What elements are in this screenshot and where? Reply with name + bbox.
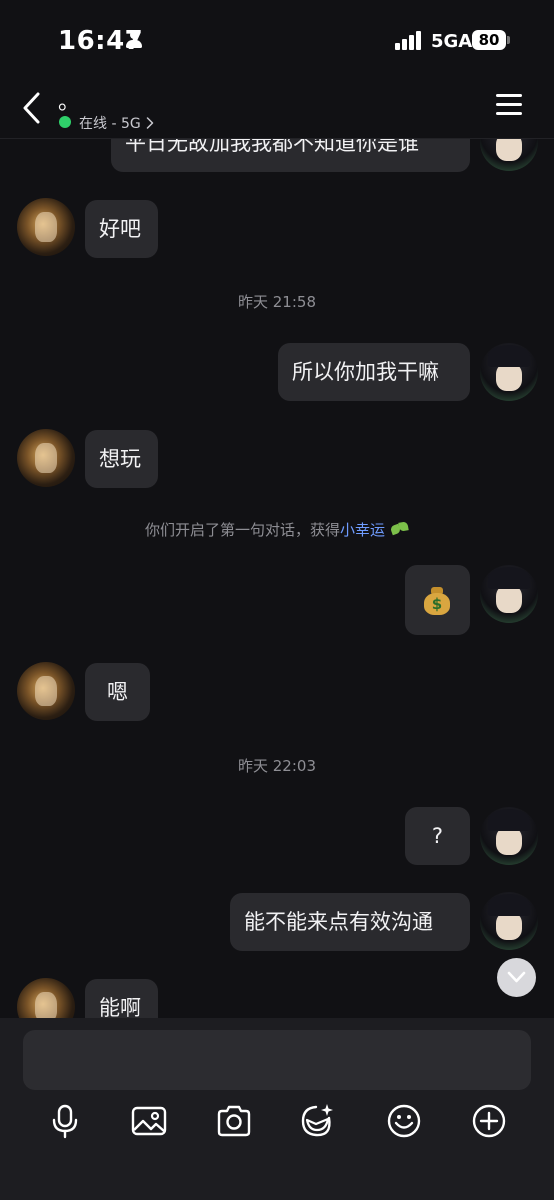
sprout-icon xyxy=(389,521,409,537)
chevron-right-icon xyxy=(145,116,157,132)
add-icon xyxy=(472,1104,506,1138)
sticker-button[interactable] xyxy=(299,1102,337,1140)
scroll-to-bottom-button[interactable] xyxy=(497,958,536,997)
system-message-text: 你们开启了第一句对话，获得 xyxy=(144,521,340,539)
avatar-self[interactable] xyxy=(480,565,538,623)
lucky-link[interactable]: 小幸运 xyxy=(340,521,385,539)
microphone-icon xyxy=(52,1104,78,1139)
contact-name[interactable]: 。 xyxy=(58,84,80,116)
signal-icon xyxy=(395,30,425,50)
avatar-self[interactable] xyxy=(480,343,538,401)
network-type: 5GA xyxy=(431,31,473,52)
money-bag-symbol: $ xyxy=(431,595,443,613)
chat-header: 。 在线 - 5G xyxy=(0,80,554,139)
gallery-button[interactable] xyxy=(130,1102,168,1140)
voice-button[interactable] xyxy=(46,1102,84,1140)
system-message: 你们开启了第一句对话，获得小幸运 xyxy=(0,519,554,540)
message-bubble-sent[interactable]: 能不能来点有效沟通 xyxy=(230,893,470,951)
battery-tip xyxy=(507,36,510,44)
message-bubble-sent[interactable]: 所以你加我干嘛 xyxy=(278,343,470,401)
message-bubble-received[interactable]: 想玩 xyxy=(85,430,158,488)
avatar-contact[interactable] xyxy=(17,429,75,487)
online-status[interactable]: 在线 - 5G xyxy=(79,113,157,133)
avatar-self[interactable] xyxy=(480,892,538,950)
more-button[interactable] xyxy=(470,1102,508,1140)
status-bar: 16:47 5GA 80 xyxy=(0,0,554,80)
avatar-self[interactable] xyxy=(480,807,538,865)
online-status-dot xyxy=(59,116,71,128)
chevron-left-icon xyxy=(23,92,40,124)
online-status-text: 在线 - 5G xyxy=(79,116,141,132)
camera-icon xyxy=(217,1105,251,1137)
composer xyxy=(0,1018,554,1200)
message-bubble-sent[interactable]: ? xyxy=(405,807,470,865)
emoji-icon xyxy=(387,1104,421,1138)
avatar-contact[interactable] xyxy=(17,978,75,1018)
message-bubble-received[interactable]: 嗯 xyxy=(85,663,150,721)
avatar-contact[interactable] xyxy=(17,198,75,256)
person-icon xyxy=(126,31,142,49)
battery-icon: 80 xyxy=(472,30,506,50)
avatar-contact[interactable] xyxy=(17,662,75,720)
message-bubble-received[interactable]: 能啊 xyxy=(85,979,158,1018)
message-list[interactable]: 平日无故加我我都不知道你是谁 好吧 昨天 21:58 所以你加我干嘛 想玩 你们… xyxy=(0,0,554,1018)
message-bubble-sent[interactable]: $ xyxy=(405,565,470,635)
image-icon xyxy=(131,1106,167,1136)
sticker-icon xyxy=(301,1104,333,1137)
emoji-button[interactable] xyxy=(385,1102,423,1140)
menu-button[interactable] xyxy=(496,94,524,118)
message-bubble-received[interactable]: 好吧 xyxy=(85,200,158,258)
money-bag-icon: $ xyxy=(422,585,452,615)
back-button[interactable] xyxy=(18,90,48,126)
camera-button[interactable] xyxy=(215,1102,253,1140)
timestamp: 昨天 21:58 xyxy=(238,293,316,311)
chevron-down-icon xyxy=(507,971,526,983)
message-input[interactable] xyxy=(23,1030,531,1090)
timestamp: 昨天 22:03 xyxy=(238,757,316,775)
